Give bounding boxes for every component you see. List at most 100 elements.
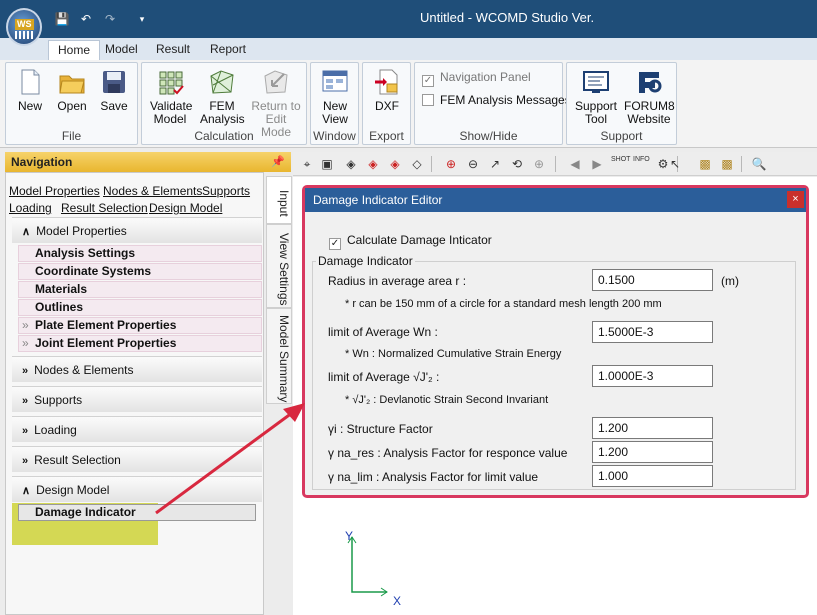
group-export: DXF Export xyxy=(362,62,411,145)
nav-link-nodes-elements[interactable]: Nodes & Elements xyxy=(103,184,202,198)
tab-result[interactable]: Result xyxy=(147,40,199,60)
select-box-icon[interactable]: ▩ xyxy=(697,156,713,172)
navigation-panel-checkbox[interactable]: ✓ Navigation Panel xyxy=(422,70,531,87)
checkbox-checked-icon: ✓ xyxy=(329,238,341,250)
group-calculation: Validate Model FEM Analysis Return to Ed… xyxy=(141,62,307,145)
info-icon[interactable]: INFO xyxy=(633,156,650,172)
new-file-icon xyxy=(16,68,44,96)
chevron-down-icon: » xyxy=(22,365,29,377)
return-to-edit-mode-button[interactable]: Return to Edit Mode xyxy=(248,65,304,139)
return-arrow-icon xyxy=(262,68,290,96)
open-folder-icon xyxy=(58,68,86,96)
fem-analysis-button[interactable]: FEM Analysis xyxy=(198,65,246,126)
screenshot-icon[interactable]: SHOT xyxy=(611,156,630,172)
gamma-lim-input[interactable] xyxy=(592,465,713,487)
fem-mesh-icon xyxy=(208,68,236,96)
ribbon: New Open Save File Validate Model FEM An… xyxy=(0,60,817,148)
customize-icon[interactable]: ▾ xyxy=(134,11,150,27)
cursor-icon[interactable]: ↖ xyxy=(667,156,683,172)
item-materials[interactable]: Materials xyxy=(18,281,262,298)
vtab-view-settings[interactable]: View Settings xyxy=(266,224,292,308)
app-logo-text: WS xyxy=(15,19,34,30)
expand-icon: » xyxy=(22,336,29,350)
group-show-hide: ✓ Navigation Panel FEM Analysis Messages … xyxy=(414,62,571,145)
vtab-input[interactable]: Input xyxy=(266,176,292,224)
support-tool-icon xyxy=(582,68,610,96)
axis-indicator xyxy=(347,536,388,597)
save-button[interactable]: Save xyxy=(96,65,132,113)
wn-input[interactable] xyxy=(592,321,713,343)
item-coordinate-systems[interactable]: Coordinate Systems xyxy=(18,263,262,280)
gamma-i-input[interactable] xyxy=(592,417,713,439)
redo-icon[interactable]: ↷ xyxy=(102,11,118,27)
open-button[interactable]: Open xyxy=(54,65,90,113)
axis-x-label: X xyxy=(393,594,402,608)
view-top-icon[interactable]: ◇ xyxy=(409,156,425,172)
forum8-website-button[interactable]: FORUM8 Website xyxy=(623,65,675,126)
view-side-icon[interactable]: ◈ xyxy=(387,156,403,172)
section-nodes-elements[interactable]: » Nodes & Elements xyxy=(12,356,262,382)
tab-home[interactable]: Home xyxy=(48,40,101,60)
gamma-res-label: γ na_res : Analysis Factor for responce … xyxy=(328,446,568,460)
nav-link-loading[interactable]: Loading xyxy=(9,201,52,215)
j2-label: limit of Average √J'₂ : xyxy=(328,370,440,384)
nav-link-design-model[interactable]: Design Model xyxy=(149,201,222,215)
group-window: New View Window xyxy=(310,62,359,145)
nav-link-model-properties[interactable]: Model Properties xyxy=(9,184,100,198)
view-front-icon[interactable]: ◈ xyxy=(365,156,381,172)
item-analysis-settings[interactable]: Analysis Settings xyxy=(18,245,262,262)
select-element-icon[interactable]: ▩ xyxy=(719,156,735,172)
new-view-button[interactable]: New View xyxy=(315,65,355,126)
title-bar: 💾 ↶ ↷ ▾ Untitled - WCOMD Studio Ver. xyxy=(0,0,817,38)
group-support: Support Tool FORUM8 Website Support xyxy=(566,62,677,145)
view-toolbar: ⌖ ▣ ◈ ◈ ◈ ◇ ⊕ ⊖ ↗ ⟲ ⊕ ◀ ▶ SHOT INFO ⚙ ↖ … xyxy=(293,152,817,176)
dialog-title-bar[interactable]: Damage Indicator Editor xyxy=(305,188,806,212)
view-iso-icon[interactable]: ◈ xyxy=(343,156,359,172)
gamma-i-label: γi : Structure Factor xyxy=(328,422,433,436)
new-button[interactable]: New xyxy=(12,65,48,113)
nav-link-result-selection[interactable]: Result Selection xyxy=(61,201,148,215)
back-icon[interactable]: ◀ xyxy=(567,156,583,172)
save-icon[interactable]: 💾 xyxy=(54,11,70,27)
tab-model[interactable]: Model xyxy=(96,40,147,60)
group-support-label: Support xyxy=(600,129,643,143)
rotate-icon[interactable]: ⟲ xyxy=(509,156,525,172)
navigation-title: Navigation xyxy=(11,155,73,169)
validate-model-button[interactable]: Validate Model xyxy=(146,65,194,126)
item-joint-element-properties[interactable]: » Joint Element Properties xyxy=(18,335,262,352)
undo-icon[interactable]: ↶ xyxy=(78,11,94,27)
validate-grid-icon xyxy=(156,68,184,96)
pin-icon[interactable]: 📌 xyxy=(271,152,285,172)
radius-label: Radius in average area r : xyxy=(328,274,467,288)
forward-icon[interactable]: ▶ xyxy=(589,156,605,172)
wn-label: limit of Average Wn : xyxy=(328,325,438,339)
app-logo[interactable]: WS xyxy=(6,8,42,46)
j2-input[interactable] xyxy=(592,365,713,387)
pan-icon[interactable]: ↗ xyxy=(487,156,503,172)
group-calculation-label: Calculation xyxy=(194,129,254,143)
zoom-fit-icon[interactable]: ▣ xyxy=(319,156,335,172)
zoom-window-icon[interactable]: ⊕ xyxy=(443,156,459,172)
select-all-icon[interactable]: ⌖ xyxy=(299,156,315,172)
center-icon[interactable]: ⊕ xyxy=(531,156,547,172)
section-model-properties[interactable]: ∧ Model Properties xyxy=(12,217,262,243)
calculate-damage-checkbox[interactable]: ✓ Calculate Damage Inticator xyxy=(329,233,492,250)
save-disk-icon xyxy=(100,68,128,96)
nav-link-supports[interactable]: Supports xyxy=(202,184,250,198)
radius-unit: (m) xyxy=(721,274,739,288)
dialog-title: Damage Indicator Editor xyxy=(313,193,443,207)
support-tool-button[interactable]: Support Tool xyxy=(571,65,621,126)
item-plate-element-properties[interactable]: » Plate Element Properties xyxy=(18,317,262,334)
search-icon[interactable]: 🔍 xyxy=(751,156,767,172)
tab-report[interactable]: Report xyxy=(201,40,255,60)
item-outlines[interactable]: Outlines xyxy=(18,299,262,316)
zoom-out-icon[interactable]: ⊖ xyxy=(465,156,481,172)
group-show-hide-label: Show/Hide xyxy=(459,129,518,143)
dxf-button[interactable]: DXF xyxy=(368,65,406,113)
chevron-up-icon: ∧ xyxy=(22,485,31,497)
window-title: Untitled - WCOMD Studio Ver. xyxy=(420,10,595,25)
fem-analysis-messages-checkbox[interactable]: FEM Analysis Messages xyxy=(422,93,571,107)
close-icon[interactable]: × xyxy=(787,191,804,208)
gamma-res-input[interactable] xyxy=(592,441,713,463)
radius-input[interactable] xyxy=(592,269,713,291)
